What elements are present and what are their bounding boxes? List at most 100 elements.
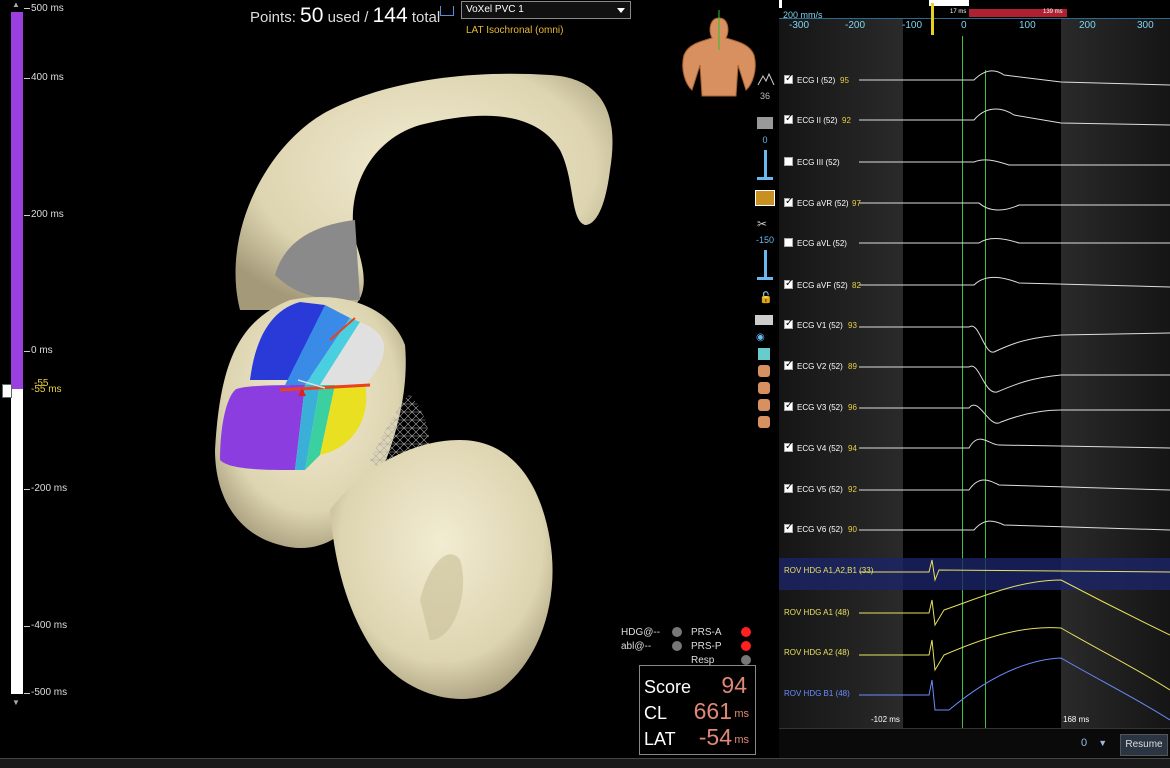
clip-slider[interactable] (764, 250, 767, 278)
mountain-icon[interactable] (757, 72, 775, 86)
chevron-down-icon (617, 8, 625, 13)
toolbar-value: 0 (762, 135, 768, 145)
scale-bar-inactive (11, 389, 23, 694)
lock-icon[interactable]: 🔓 (759, 291, 773, 304)
lead-label: ECG I (52) (797, 76, 836, 85)
lead-checkbox[interactable] (784, 196, 793, 207)
chevron-down-icon: ▼ (1098, 738, 1108, 748)
lead-checkbox[interactable] (784, 359, 793, 370)
lead-label: ECG aVF (52) (797, 281, 848, 290)
resume-button[interactable]: Resume (1120, 734, 1168, 756)
scale-tick (24, 693, 30, 694)
channel-label[interactable]: ROV HDG A1 (48) (784, 608, 849, 617)
eye-icon[interactable]: ◉ (756, 332, 765, 343)
scale-tick (24, 8, 30, 9)
view-icon[interactable] (755, 315, 773, 325)
map-name: VoXel PVC 1 (466, 4, 524, 15)
lead-checkbox[interactable] (784, 318, 793, 329)
torso-ap-icon[interactable] (758, 365, 770, 377)
channel-label[interactable]: ROV HDG A2 (48) (784, 648, 849, 657)
gain-value: 0 (1081, 737, 1088, 749)
lat-value: -54 (698, 724, 732, 750)
window-end-time: 168 ms (1063, 715, 1090, 724)
lead-label: ECG aVL (52) (797, 239, 847, 248)
points-used-label: used / (327, 9, 369, 26)
scale-marker-handle[interactable] (2, 384, 12, 398)
layers-icon[interactable] (757, 117, 773, 129)
lead-label: ECG III (52) (797, 158, 840, 167)
score-label: Score (644, 677, 692, 697)
ecg-panel[interactable]: 17 ms 139 ms 200 mm/s -300 -200 -100 0 1… (779, 0, 1170, 767)
status-dot (741, 627, 751, 637)
lead-checkbox[interactable] (784, 157, 793, 166)
lead-checkbox[interactable] (784, 482, 793, 493)
slider-handle[interactable] (757, 277, 773, 280)
lead-label: ECG aVR (52) (797, 199, 849, 208)
catheter-icon[interactable] (758, 348, 770, 360)
map-select-dropdown[interactable]: VoXel PVC 1 (461, 1, 631, 19)
lead-checkbox[interactable] (784, 238, 793, 247)
torso-pa-icon[interactable] (758, 382, 770, 394)
lead-label: ECG V6 (52) (797, 525, 843, 534)
scale-tick (24, 78, 30, 79)
cl-unit: ms (734, 708, 749, 720)
score-panel: Score 94 CL 661 ms LAT -54 ms (639, 665, 756, 755)
lead-label: ECG V1 (52) (797, 321, 843, 330)
channel-label[interactable]: ROV HDG A1,A2,B1 (33) (784, 566, 873, 575)
torso-lao-icon[interactable] (758, 399, 770, 411)
status-dot (672, 641, 682, 651)
scale-tick (24, 626, 30, 627)
lead-checkbox[interactable] (784, 278, 793, 289)
lead-label: ECG V5 (52) (797, 485, 843, 494)
toolbar-value: 36 (759, 91, 770, 101)
points-total-label: total (411, 9, 441, 26)
scale-tick (24, 215, 30, 216)
lead-checkbox[interactable] (784, 522, 793, 533)
status-dot (741, 641, 751, 651)
lat-label: LAT (644, 729, 676, 749)
lead-checkbox[interactable] (784, 441, 793, 452)
scale-label: -200 ms (31, 483, 68, 494)
legend-prs-a: PRS-A (691, 627, 722, 638)
lead-checkbox[interactable] (784, 113, 793, 124)
status-dot (672, 627, 682, 637)
scale-up-arrow[interactable]: ▲ (12, 0, 20, 9)
channel-label[interactable]: ROV HDG B1 (48) (784, 689, 850, 698)
lead-score: 96 (848, 403, 857, 412)
lat-unit: ms (734, 734, 749, 746)
lead-score: 93 (848, 321, 857, 330)
lead-checkbox[interactable] (784, 400, 793, 411)
status-dot (741, 655, 751, 665)
lead-score: 89 (848, 362, 857, 371)
scale-tick (24, 351, 30, 352)
points-prefix: Points: (250, 9, 296, 26)
lead-score: 90 (848, 525, 857, 534)
transparency-slider[interactable] (764, 150, 767, 178)
lead-score: 94 (848, 444, 857, 453)
lead-score: 92 (842, 116, 851, 125)
lead-checkbox[interactable] (784, 73, 793, 84)
scale-label: -500 ms (31, 687, 68, 698)
lat-color-scale[interactable]: ▲ ▼ 500 ms 400 ms 200 ms 0 ms -55 -55 ms… (0, 0, 80, 767)
scale-label: 0 ms (31, 345, 53, 356)
ecg-controls: 0 ▼ Resume (779, 728, 1170, 759)
torso-orientation-icon[interactable] (678, 10, 760, 100)
score-value: 94 (721, 672, 747, 698)
scale-label: 200 ms (31, 209, 64, 220)
cl-value: 661 (693, 698, 732, 724)
map-folder-icon[interactable] (440, 6, 454, 16)
legend-hdg: HDG@-- (621, 627, 661, 638)
anatomy-3d-view[interactable] (80, 0, 780, 767)
scale-label: 400 ms (31, 72, 64, 83)
torso-rao-icon[interactable] (758, 416, 770, 428)
scale-down-arrow[interactable]: ▼ (12, 698, 20, 707)
scale-bar-activated (11, 12, 23, 389)
lead-score: 95 (840, 76, 849, 85)
gain-select[interactable]: 0 ▼ (1081, 737, 1107, 749)
flag-icon[interactable] (755, 190, 775, 206)
lead-score: 92 (848, 485, 857, 494)
lead-score: 97 (852, 199, 861, 208)
points-total: 144 (372, 4, 408, 27)
slider-handle[interactable] (757, 177, 773, 180)
scissors-icon[interactable]: ✂ (757, 218, 773, 230)
